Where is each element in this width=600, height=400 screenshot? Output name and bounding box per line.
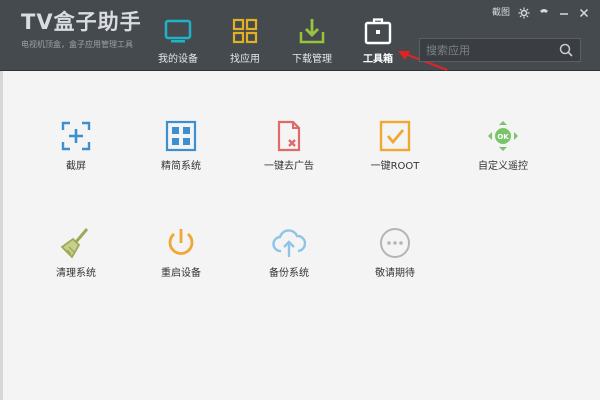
app-name: TV盒子助手 bbox=[21, 10, 142, 34]
tool-label: 自定义遥控 bbox=[478, 161, 528, 172]
tool-label: 截屏 bbox=[66, 161, 86, 172]
search-box[interactable] bbox=[419, 38, 581, 62]
screenshot-icon bbox=[61, 121, 91, 151]
broom-icon bbox=[60, 228, 89, 259]
app-tagline: 电视机顶盒，盒子应用管理工具 bbox=[21, 40, 133, 49]
nav-download-manager[interactable]: 下载管理 bbox=[277, 0, 347, 70]
remote-icon: OK bbox=[488, 121, 518, 151]
close-icon[interactable] bbox=[578, 7, 590, 19]
tool-label: 清理系统 bbox=[56, 268, 96, 279]
search-input[interactable] bbox=[426, 42, 556, 58]
skin-icon[interactable] bbox=[538, 7, 550, 19]
minimize-icon[interactable] bbox=[558, 7, 570, 19]
tool-label: 精简系统 bbox=[161, 161, 201, 172]
search-icon[interactable] bbox=[558, 42, 574, 58]
tool-label: 敬请期待 bbox=[375, 268, 415, 279]
app-logo: TV盒子助手 电视机顶盒，盒子应用管理工具 bbox=[21, 10, 142, 50]
tool-restart-device[interactable]: 重启设备 bbox=[131, 226, 231, 306]
settings-gear-icon[interactable] bbox=[518, 7, 530, 19]
svg-text:OK: OK bbox=[497, 133, 509, 141]
toolbox-icon bbox=[364, 18, 392, 45]
tool-label: 一键去广告 bbox=[264, 161, 314, 172]
window-controls: 截图 bbox=[492, 6, 590, 20]
tool-label: 备份系统 bbox=[269, 268, 309, 279]
cloud-upload-icon bbox=[272, 229, 306, 257]
root-icon bbox=[379, 120, 411, 152]
tool-label: 一键ROOT bbox=[370, 161, 420, 172]
nav-label: 找应用 bbox=[230, 54, 260, 65]
nav-find-apps[interactable]: 找应用 bbox=[210, 0, 280, 70]
tool-clean-system[interactable]: 清理系统 bbox=[26, 226, 126, 306]
window-left-border bbox=[0, 71, 3, 400]
tool-coming-soon[interactable]: 敬请期待 bbox=[345, 226, 445, 306]
grid-icon bbox=[232, 18, 258, 44]
tool-label: 重启设备 bbox=[161, 268, 201, 279]
nav-label: 下载管理 bbox=[292, 54, 332, 65]
tool-screenshot[interactable]: 截屏 bbox=[26, 119, 126, 199]
tool-custom-remote[interactable]: OK 自定义遥控 bbox=[453, 119, 553, 199]
nav-my-device[interactable]: 我的设备 bbox=[143, 0, 213, 70]
tool-streamline-system[interactable]: 精简系统 bbox=[131, 119, 231, 199]
screenshot-button[interactable]: 截图 bbox=[492, 6, 510, 20]
more-icon bbox=[380, 228, 410, 258]
monitor-icon bbox=[164, 19, 192, 43]
tool-backup-system[interactable]: 备份系统 bbox=[239, 226, 339, 306]
tool-remove-ads[interactable]: 一键去广告 bbox=[239, 119, 339, 199]
nav-label: 我的设备 bbox=[158, 54, 198, 65]
remove-ads-icon bbox=[277, 120, 301, 152]
tool-one-click-root[interactable]: 一键ROOT bbox=[345, 119, 445, 199]
power-icon bbox=[168, 229, 194, 255]
title-bar: TV盒子助手 电视机顶盒，盒子应用管理工具 我的设备 找应用 下载管理 工具箱 … bbox=[0, 0, 600, 72]
streamline-icon bbox=[165, 120, 197, 152]
download-icon bbox=[299, 19, 325, 44]
